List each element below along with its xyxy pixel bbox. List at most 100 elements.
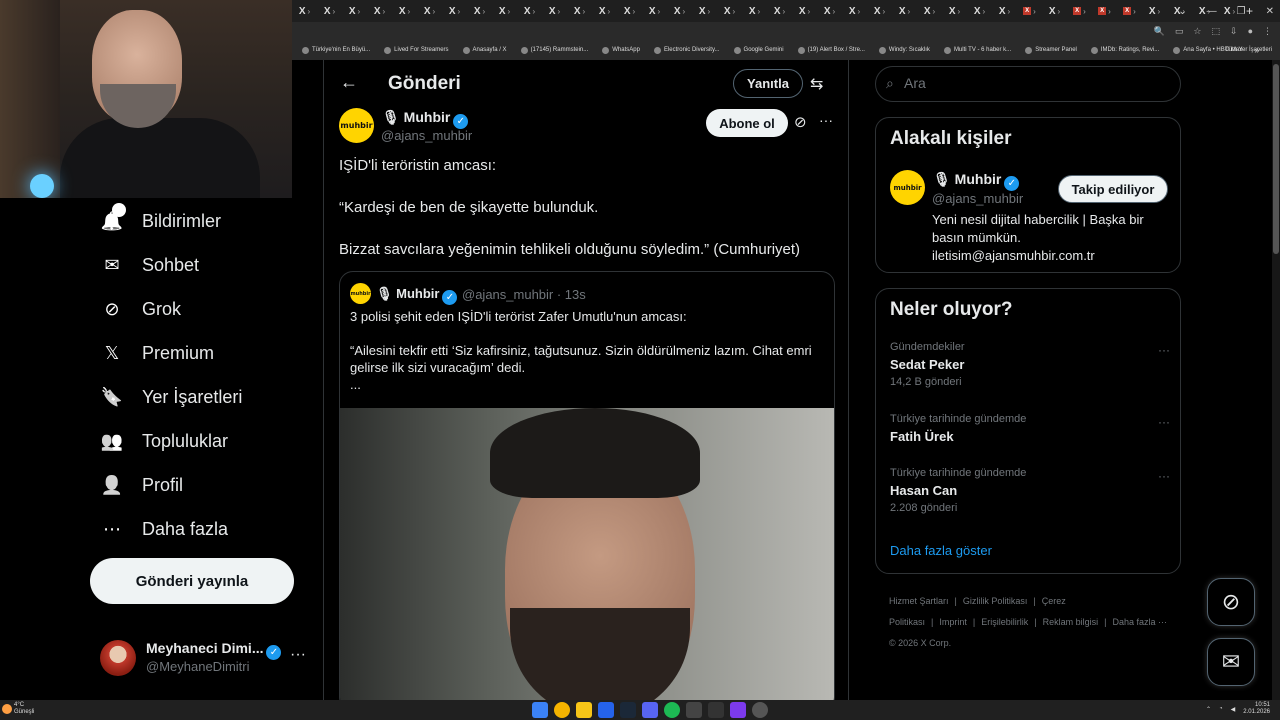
browser-tab[interactable]: X › bbox=[392, 0, 417, 22]
browser-tab[interactable]: X › bbox=[992, 0, 1017, 22]
footer-link[interactable]: Hizmet Şartları bbox=[889, 596, 949, 606]
browser-tab[interactable]: X › bbox=[842, 0, 867, 22]
bookmark-item[interactable]: WhatsApp bbox=[602, 46, 640, 54]
bookmark-item[interactable]: Multi TV - 6 haber k... bbox=[943, 46, 1011, 54]
browser-tab[interactable]: X › bbox=[617, 0, 642, 22]
browser-tab[interactable]: X › bbox=[917, 0, 942, 22]
tab-close-icon[interactable]: › bbox=[833, 7, 836, 16]
quoted-tweet[interactable]: muhbir 🎙 Muhbir ✓ @ajans_muhbir · 13s 3 p… bbox=[339, 271, 835, 700]
grok-icon[interactable]: ⊘ bbox=[794, 113, 807, 131]
footer-link[interactable]: Erişilebilirlik bbox=[981, 617, 1028, 627]
author-handle[interactable]: @ajans_muhbir bbox=[381, 128, 472, 143]
browser-tab[interactable]: X › bbox=[1092, 0, 1117, 22]
related-avatar[interactable]: muhbir bbox=[890, 170, 925, 205]
tab-close-icon[interactable]: › bbox=[333, 7, 336, 16]
browser-tab[interactable]: X › bbox=[692, 0, 717, 22]
browser-tab[interactable]: X › bbox=[342, 0, 367, 22]
more-icon[interactable]: ··· bbox=[1158, 415, 1170, 429]
nav-item-people[interactable]: 👥 Topluluklar bbox=[100, 425, 228, 457]
app-icon[interactable] bbox=[752, 702, 768, 718]
browser-tab[interactable]: X › bbox=[1017, 0, 1042, 22]
start-icon[interactable] bbox=[532, 702, 548, 718]
tab-close-icon[interactable]: › bbox=[1033, 7, 1036, 16]
tab-close-icon[interactable]: › bbox=[508, 7, 511, 16]
back-arrow-icon[interactable]: ← bbox=[340, 72, 358, 93]
nav-item-grok[interactable]: ⊘ Grok bbox=[100, 293, 181, 325]
tab-close-icon[interactable]: › bbox=[808, 7, 811, 16]
trend-item[interactable]: Türkiye tarihinde gündemde Fatih Ürek ··… bbox=[890, 413, 1170, 444]
app-icon[interactable] bbox=[730, 702, 746, 718]
epic-icon[interactable] bbox=[708, 702, 724, 718]
bookmark-item[interactable]: Google Gemini bbox=[733, 46, 784, 54]
tab-close-icon[interactable]: › bbox=[708, 7, 711, 16]
tab-close-icon[interactable]: › bbox=[683, 7, 686, 16]
obs-icon[interactable] bbox=[686, 702, 702, 718]
all-bookmarks-button[interactable]: Tüm Yer İşaretleri bbox=[1225, 47, 1272, 53]
clock[interactable]: 10:51 2.01.2026 bbox=[1243, 702, 1270, 716]
bookmark-item[interactable]: Lived For Streamers bbox=[384, 46, 449, 54]
tab-close-icon[interactable]: › bbox=[1108, 7, 1111, 16]
tab-close-icon[interactable]: › bbox=[408, 7, 411, 16]
browser-tab[interactable]: X › bbox=[442, 0, 467, 22]
nav-item-bell[interactable]: 🔔 2 Bildirimler bbox=[100, 203, 221, 237]
nav-item-person[interactable]: 👤 Profil bbox=[100, 469, 183, 501]
browser-tab[interactable]: X › bbox=[767, 0, 792, 22]
network-icon[interactable]: ◔ bbox=[1219, 706, 1223, 712]
steam-icon[interactable] bbox=[620, 702, 636, 718]
browser-tab[interactable]: X › bbox=[717, 0, 742, 22]
tab-close-icon[interactable]: › bbox=[733, 7, 736, 16]
tab-close-icon[interactable]: › bbox=[633, 7, 636, 16]
discord-icon[interactable] bbox=[642, 702, 658, 718]
trend-item[interactable]: Türkiye tarihinde gündemde Hasan Can 2.2… bbox=[890, 467, 1170, 514]
tab-close-icon[interactable]: › bbox=[483, 7, 486, 16]
chrome-icon[interactable] bbox=[554, 702, 570, 718]
footer-link[interactable]: Gizlilik Politikası bbox=[963, 596, 1028, 606]
show-more-link[interactable]: Daha fazla göster bbox=[890, 543, 992, 558]
related-name[interactable]: 🎙 Muhbir ✓ bbox=[933, 171, 1020, 191]
folder-icon[interactable] bbox=[576, 702, 592, 718]
browser-tab[interactable]: X › bbox=[542, 0, 567, 22]
tab-close-icon[interactable]: › bbox=[358, 7, 361, 16]
spotify-icon[interactable] bbox=[664, 702, 680, 718]
browser-tab[interactable]: X › bbox=[317, 0, 342, 22]
tab-close-icon[interactable]: › bbox=[458, 7, 461, 16]
footer-link[interactable]: Imprint bbox=[939, 617, 967, 627]
nav-item-x-logo[interactable]: 𝕏 Premium bbox=[100, 337, 214, 369]
tab-close-icon[interactable]: › bbox=[533, 7, 536, 16]
tab-close-icon[interactable]: › bbox=[608, 7, 611, 16]
browser-tab[interactable]: X › bbox=[367, 0, 392, 22]
extensions-icon[interactable]: ⬚ bbox=[1212, 26, 1221, 37]
nav-item-bookmark[interactable]: 🔖 Yer İşaretleri bbox=[100, 381, 243, 413]
browser-tab[interactable]: X › bbox=[492, 0, 517, 22]
nav-item-envelope[interactable]: ✉ Sohbet bbox=[100, 249, 199, 281]
tab-close-icon[interactable]: › bbox=[858, 7, 861, 16]
browser-tab[interactable]: X › bbox=[967, 0, 992, 22]
bookmark-item[interactable]: (17145) Rammstein... bbox=[520, 46, 588, 54]
profile-icon[interactable]: ● bbox=[1248, 26, 1253, 36]
chevron-down-icon[interactable]: ⌄ bbox=[1178, 6, 1186, 17]
quote-photo[interactable] bbox=[340, 408, 834, 700]
download-icon[interactable]: ⇩ bbox=[1230, 26, 1238, 37]
bookmark-item[interactable]: (19) Alert Box / Stre... bbox=[797, 46, 865, 54]
reply-button[interactable]: Yanıtla bbox=[733, 69, 803, 98]
browser-tab[interactable]: X › bbox=[667, 0, 692, 22]
tab-close-icon[interactable]: › bbox=[558, 7, 561, 16]
browser-tab[interactable]: X › bbox=[1067, 0, 1092, 22]
tab-close-icon[interactable]: › bbox=[908, 7, 911, 16]
address-bar[interactable]: 🔍 ▭ ☆ ⬚ ⇩ ● ⋮ bbox=[292, 22, 1280, 40]
bookmark-item[interactable]: Anasayfa / X bbox=[462, 46, 507, 54]
app-icon[interactable] bbox=[598, 702, 614, 718]
tab-close-icon[interactable]: › bbox=[308, 7, 311, 16]
bookmark-item[interactable]: IMDb: Ratings, Revi... bbox=[1090, 46, 1159, 54]
trend-item[interactable]: Gündemdekiler Sedat Peker 14,2 B gönderi… bbox=[890, 341, 1170, 388]
tab-close-icon[interactable]: › bbox=[1133, 7, 1136, 16]
menu-icon[interactable]: ⋮ bbox=[1263, 26, 1272, 37]
close-icon[interactable]: ✕ bbox=[1266, 6, 1274, 17]
browser-tab[interactable]: X › bbox=[417, 0, 442, 22]
filter-icon[interactable]: ⇆ bbox=[810, 74, 823, 94]
more-icon[interactable]: ··· bbox=[1158, 469, 1170, 483]
speaker-icon[interactable]: ◀ bbox=[1231, 706, 1236, 713]
account-switcher[interactable]: Meyhaneci Dimi... ✓ @MeyhaneDimitri ··· bbox=[100, 636, 310, 680]
zoom-icon[interactable]: 🔍 bbox=[1154, 26, 1165, 37]
tab-close-icon[interactable]: › bbox=[1008, 7, 1011, 16]
